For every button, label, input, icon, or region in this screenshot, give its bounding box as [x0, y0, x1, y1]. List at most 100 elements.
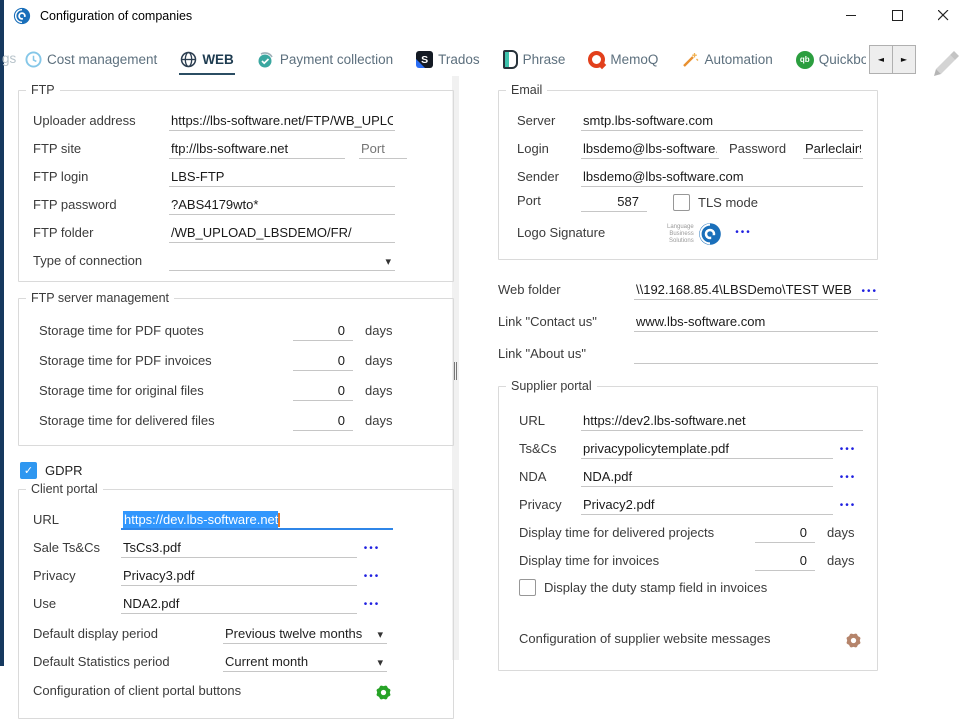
tab-label: Automation	[704, 52, 772, 67]
type-of-connection-label: Type of connection	[33, 253, 169, 271]
sale-tscs-browse-button[interactable]: •••	[357, 543, 387, 558]
tab-web[interactable]: WEB	[179, 45, 235, 75]
storage-original-files-input[interactable]	[293, 381, 353, 401]
selected-text: https://dev.lbs-software.net	[123, 511, 278, 529]
supplier-url-input[interactable]	[581, 411, 863, 431]
logo-signature-browse-button[interactable]: •••	[722, 227, 752, 242]
tab-phrase[interactable]: Phrase	[502, 44, 567, 76]
dropdown-value: Previous twelve months	[225, 626, 362, 641]
supplier-privacy-input[interactable]	[581, 495, 833, 515]
maximize-button[interactable]	[874, 0, 920, 30]
gdpr-checkbox[interactable]: ✓	[20, 462, 37, 479]
display-time-invoices-input[interactable]	[755, 551, 815, 571]
form-row: Storage time for delivered files days	[33, 403, 401, 431]
email-server-label: Server	[517, 113, 581, 131]
ftp-site-input[interactable]	[169, 139, 345, 159]
duty-stamp-label: Display the duty stamp field in invoices	[544, 580, 767, 595]
display-time-delivered-input[interactable]	[755, 523, 815, 543]
client-privacy-browse-button[interactable]: •••	[357, 571, 387, 586]
tls-mode-label: TLS mode	[698, 195, 758, 210]
supplier-tscs-browse-button[interactable]: •••	[833, 444, 863, 459]
storage-pdf-quotes-input[interactable]	[293, 321, 353, 341]
web-folder-value: \\192.168.85.4\LBSDemo\TEST WEB	[636, 282, 852, 297]
tab-trados[interactable]: S Trados	[415, 45, 481, 75]
web-folder-input[interactable]: \\192.168.85.4\LBSDemo\TEST WEB •••	[634, 280, 878, 300]
link-contact-us-input[interactable]	[634, 312, 878, 332]
form-row: Link "Contact us"	[498, 306, 878, 332]
form-row: Port TLS mode	[513, 189, 863, 215]
edit-pencil-icon[interactable]	[926, 43, 960, 79]
web-folder-browse-button[interactable]: •••	[861, 286, 878, 297]
client-use-input[interactable]	[121, 594, 357, 614]
tab-overflow-left[interactable]: gs	[2, 51, 18, 66]
ftp-group-title: FTP	[26, 83, 60, 97]
link-contact-us-label: Link "Contact us"	[498, 314, 634, 332]
form-row: Display time for delivered projects days	[513, 517, 863, 543]
client-portal-buttons-gear-button[interactable]	[374, 683, 393, 702]
uploader-address-input[interactable]	[169, 111, 395, 131]
window-title: Configuration of companies	[40, 9, 192, 23]
sale-tscs-input[interactable]	[121, 538, 357, 558]
supplier-nda-input[interactable]	[581, 467, 833, 487]
form-row: Logo Signature Language Business Solutio…	[513, 217, 863, 251]
minimize-button[interactable]	[828, 0, 874, 30]
default-display-period-label: Default display period	[33, 626, 223, 644]
form-row: Configuration of supplier website messag…	[513, 626, 863, 654]
close-button[interactable]	[920, 0, 966, 30]
supplier-tscs-label: Ts&Cs	[519, 441, 581, 459]
storage-pdf-invoices-input[interactable]	[293, 351, 353, 371]
duty-stamp-row: Display the duty stamp field in invoices	[519, 579, 863, 596]
tls-mode-checkbox[interactable]	[673, 194, 690, 211]
ftp-port-input[interactable]	[359, 139, 407, 159]
form-row: Link "About us"	[498, 338, 878, 364]
dropdown-value: Current month	[225, 654, 308, 669]
email-password-input[interactable]	[803, 139, 863, 159]
ftp-group: FTP Uploader address FTP site FTP login …	[18, 90, 454, 282]
client-privacy-input[interactable]	[121, 566, 357, 586]
email-login-input[interactable]	[581, 139, 719, 159]
tab-quickbooks[interactable]: qb Quickbooks	[795, 45, 866, 76]
link-about-us-input[interactable]	[634, 344, 878, 364]
client-url-input[interactable]: https://dev.lbs-software.net	[121, 511, 393, 530]
client-privacy-label: Privacy	[33, 568, 121, 586]
quickbooks-icon: qb	[796, 51, 814, 69]
supplier-portal-title: Supplier portal	[506, 379, 597, 393]
email-port-input[interactable]	[581, 192, 647, 212]
storage-delivered-files-input[interactable]	[293, 411, 353, 431]
web-settings-left-panel: FTP Uploader address FTP site FTP login …	[18, 82, 454, 719]
logo-signature-preview: Language Business Solutions	[667, 222, 722, 246]
sale-tscs-label: Sale Ts&Cs	[33, 540, 121, 558]
days-unit-label: days	[353, 413, 401, 431]
client-use-browse-button[interactable]: •••	[357, 599, 387, 614]
tab-automation[interactable]: Automation	[680, 45, 773, 76]
email-server-input[interactable]	[581, 111, 863, 131]
ftp-folder-input[interactable]	[169, 223, 395, 243]
ftp-login-input[interactable]	[169, 167, 395, 187]
default-display-period-dropdown[interactable]: Previous twelve months ▾	[223, 624, 387, 644]
tab-scroll-left-button[interactable]: ◄	[869, 45, 893, 74]
ftp-folder-label: FTP folder	[33, 225, 169, 243]
phrase-icon	[503, 50, 518, 69]
tab-payment-collection[interactable]: Payment collection	[256, 45, 394, 76]
email-sender-input[interactable]	[581, 167, 863, 187]
tab-cost-management[interactable]: Cost management	[24, 45, 158, 75]
default-statistics-period-dropdown[interactable]: Current month ▾	[223, 652, 387, 672]
supplier-nda-browse-button[interactable]: •••	[833, 472, 863, 487]
tab-label: Phrase	[523, 52, 566, 67]
tab-memoq[interactable]: MemoQ	[587, 45, 659, 75]
magic-wand-icon	[681, 51, 699, 69]
type-of-connection-dropdown[interactable]: ▾	[169, 253, 395, 271]
form-row: URL	[513, 405, 863, 431]
form-row: Login Password	[513, 133, 863, 159]
supplier-messages-config-label: Configuration of supplier website messag…	[519, 631, 844, 649]
email-login-label: Login	[517, 141, 581, 159]
duty-stamp-checkbox[interactable]	[519, 579, 536, 596]
title-bar: Configuration of companies	[4, 0, 966, 32]
ftp-password-input[interactable]	[169, 195, 395, 215]
supplier-privacy-browse-button[interactable]: •••	[833, 500, 863, 515]
ftp-server-management-title: FTP server management	[26, 291, 174, 305]
tab-scroll-right-button[interactable]: ►	[893, 45, 916, 74]
supplier-messages-gear-button[interactable]	[844, 631, 863, 650]
logo-signature-label: Logo Signature	[517, 225, 667, 243]
supplier-tscs-input[interactable]	[581, 439, 833, 459]
